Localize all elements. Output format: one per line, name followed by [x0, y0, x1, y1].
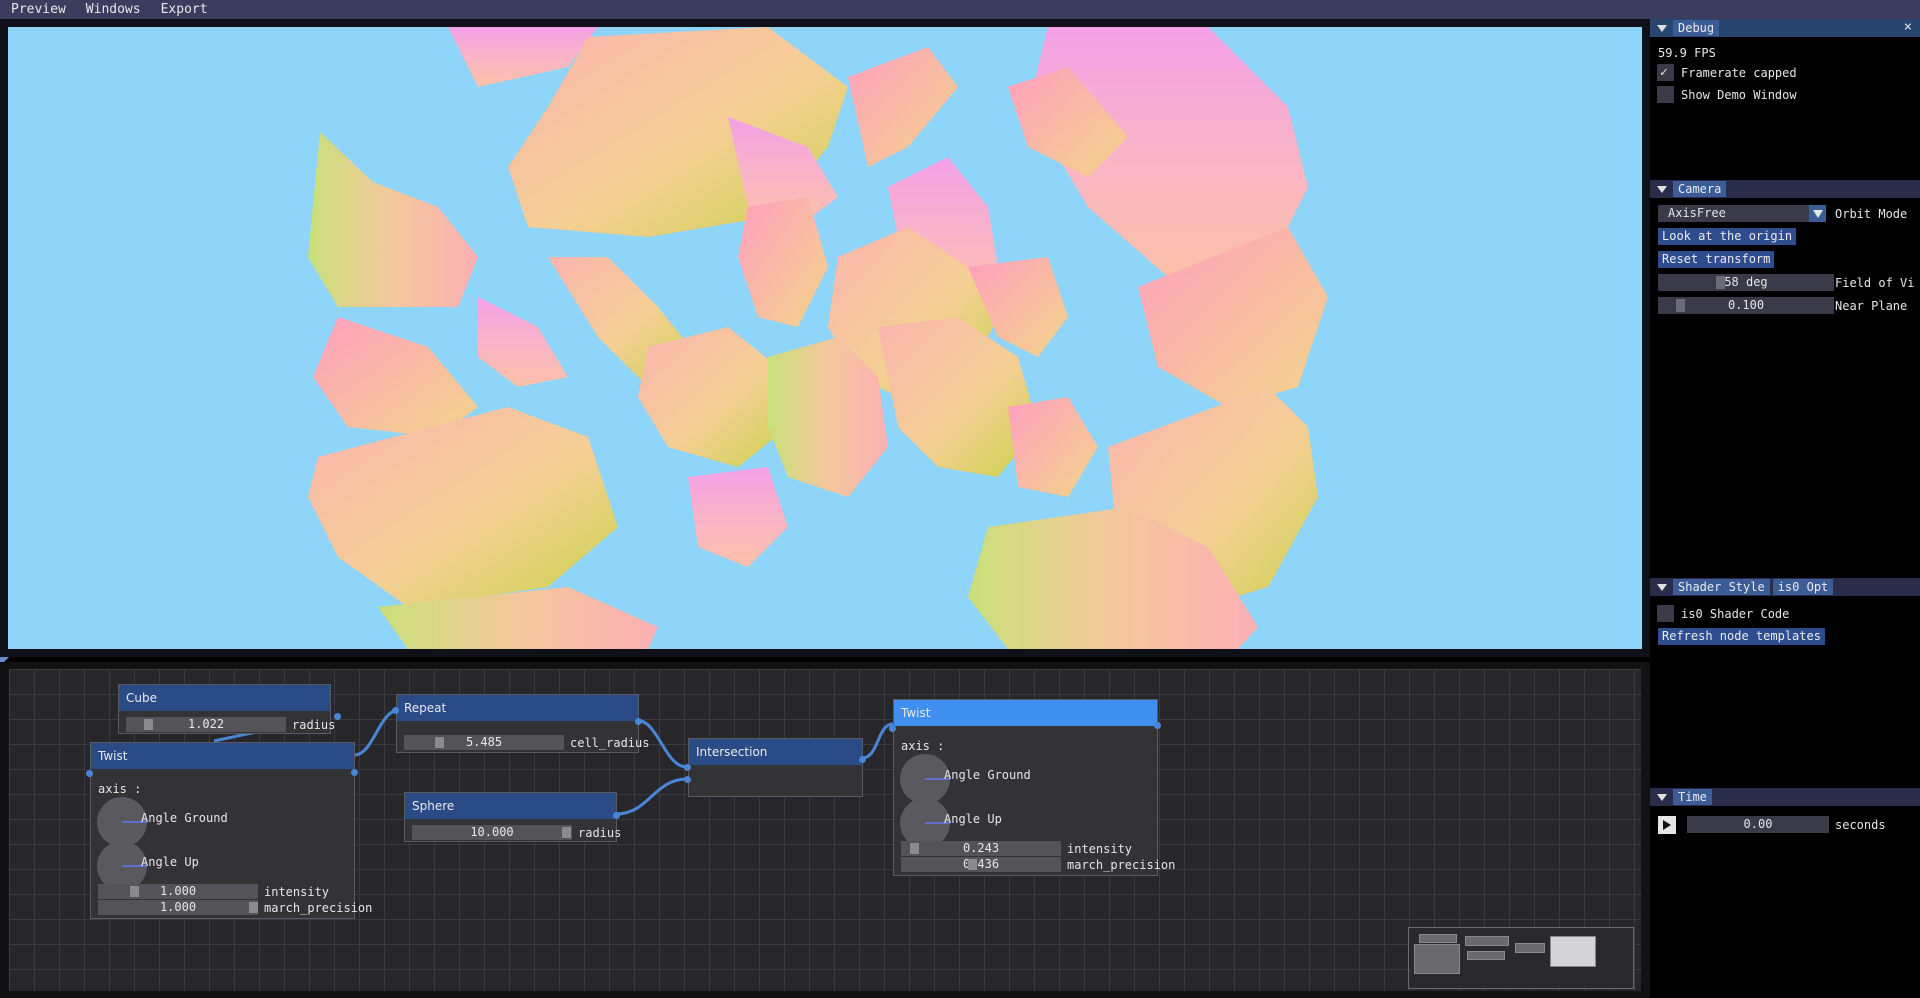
cube-radius-label: radius	[292, 717, 336, 732]
node-sphere[interactable]: Sphere 10.000 radius	[404, 792, 621, 842]
node-twist-right[interactable]: Twist axis : Angle Ground Angle Up 0.243…	[889, 699, 1175, 876]
show-demo-checkbox[interactable]	[1657, 86, 1674, 103]
node-sphere-header[interactable]: Sphere	[405, 793, 616, 819]
node-repeat[interactable]: Repeat 5.485 cell_radius	[392, 694, 649, 753]
camera-panel: Camera AxisFree Orbit Mode Look at the o…	[1650, 180, 1920, 577]
shader-style-panel: Shader Style is0 Opt is0 Shader Code Ref…	[1650, 578, 1920, 786]
camera-title: Camera	[1673, 181, 1727, 197]
node-twist-left-header[interactable]: Twist	[91, 743, 354, 769]
time-value: 0.00	[1743, 817, 1773, 831]
node-grid[interactable]: Cube 1.022 radius Twist axis : Angle Gro…	[9, 669, 1641, 991]
twist-right-intensity-label: intensity	[1067, 841, 1133, 856]
twist-right-intensity-slider[interactable]: 0.243	[901, 841, 1061, 856]
twist-left-angle-up-label: Angle Up	[141, 855, 199, 869]
fov-value: 58 deg	[1724, 275, 1768, 289]
sphere-radius-label: radius	[578, 825, 622, 840]
framerate-capped-checkbox[interactable]: ✓	[1657, 64, 1674, 81]
repeat-cell-radius-value: 5.485	[465, 735, 503, 749]
sphere-radius-value: 10.000	[470, 825, 514, 839]
twist-left-intensity-label: intensity	[264, 884, 330, 899]
close-icon[interactable]: ×	[1904, 19, 1912, 35]
twist-left-intensity-value: 1.000	[159, 884, 197, 898]
twist-right-march-label: march_precision	[1067, 857, 1176, 872]
is0-shader-code-checkbox[interactable]	[1657, 605, 1674, 622]
fov-slider[interactable]: 58 deg	[1658, 274, 1834, 291]
render-viewport[interactable]	[8, 27, 1642, 649]
twist-left-march-value: 1.000	[159, 900, 197, 914]
debug-panel: Debug × 59.9 FPS ✓ Framerate capped Show…	[1650, 19, 1920, 175]
time-slider[interactable]: 0.00	[1687, 816, 1829, 833]
preview-panel	[0, 19, 1650, 657]
node-cube-header[interactable]: Cube	[119, 685, 330, 711]
near-plane-slider[interactable]: 0.100	[1658, 297, 1834, 314]
twist-left-axis-label: axis :	[98, 782, 142, 796]
time-unit-label: seconds	[1835, 818, 1886, 832]
orbit-mode-combo[interactable]: AxisFree	[1658, 205, 1826, 222]
repeat-cell-radius-label: cell_radius	[570, 735, 650, 750]
cube-radius-value: 1.022	[187, 717, 225, 731]
camera-title-bar[interactable]: Camera	[1650, 180, 1920, 198]
show-demo-label: Show Demo Window	[1681, 88, 1797, 102]
is0-opt-tab[interactable]: is0 Opt	[1772, 579, 1834, 595]
fps-readout: 59.9 FPS	[1658, 46, 1716, 60]
orbit-mode-label: Orbit Mode	[1835, 207, 1908, 221]
node-twist-left[interactable]: Twist axis : Angle Ground Angle Up 1.000…	[86, 742, 372, 919]
shader-style-tab[interactable]: Shader Style	[1673, 579, 1770, 595]
twist-right-march-slider[interactable]: 0.436	[901, 857, 1061, 872]
debug-title-bar[interactable]: Debug ×	[1650, 19, 1920, 37]
twist-left-march-slider[interactable]: 1.000	[98, 900, 258, 915]
twist-right-angle-ground-label: Angle Ground	[944, 768, 1031, 782]
twist-left-angle-ground-label: Angle Ground	[141, 811, 228, 825]
menu-preview[interactable]: Preview	[0, 2, 75, 17]
node-intersection[interactable]: Intersection	[684, 738, 866, 797]
time-title-bar[interactable]: Time	[1650, 788, 1920, 806]
cube-radius-slider[interactable]: 1.022	[126, 717, 286, 732]
near-plane-label: Near Plane	[1835, 299, 1908, 313]
collapse-triangle-icon[interactable]	[1657, 793, 1667, 801]
fov-label: Field of Vi	[1835, 276, 1915, 290]
twist-left-march-label: march_precision	[264, 900, 373, 915]
node-cube[interactable]: Cube 1.022 radius	[118, 684, 341, 734]
twist-left-angle-ground-knob[interactable]	[97, 797, 147, 847]
checkmark-icon: ✓	[1660, 65, 1668, 80]
node-twist-right-header[interactable]: Twist	[894, 700, 1157, 726]
menu-windows[interactable]: Windows	[75, 2, 150, 17]
twist-left-intensity-slider[interactable]: 1.000	[98, 884, 258, 899]
repeat-cell-radius-slider[interactable]: 5.485	[404, 735, 564, 750]
twist-right-angle-up-label: Angle Up	[944, 812, 1002, 826]
is0-shader-code-label: is0 Shader Code	[1681, 607, 1790, 621]
framerate-capped-label: Framerate capped	[1681, 66, 1797, 80]
debug-title: Debug	[1673, 20, 1720, 36]
look-at-origin-button[interactable]: Look at the origin	[1658, 228, 1797, 245]
orbit-mode-value: AxisFree	[1668, 206, 1726, 220]
play-icon[interactable]	[1658, 816, 1676, 834]
collapse-triangle-icon[interactable]	[1657, 24, 1667, 32]
node-minimap[interactable]	[1408, 927, 1634, 989]
menu-export[interactable]: Export	[150, 2, 217, 17]
twist-right-axis-label: axis :	[901, 739, 945, 753]
time-title: Time	[1673, 789, 1712, 805]
node-repeat-header[interactable]: Repeat	[397, 695, 638, 721]
time-panel: Time 0.00 seconds	[1650, 788, 1920, 998]
twist-right-angle-ground-knob[interactable]	[900, 754, 950, 804]
rendered-scene	[308, 27, 1328, 649]
refresh-node-templates-button[interactable]: Refresh node templates	[1658, 628, 1825, 645]
shader-title-bar[interactable]: Shader Style is0 Opt	[1650, 578, 1920, 596]
collapse-triangle-icon[interactable]	[1657, 583, 1667, 591]
collapse-triangle-icon[interactable]	[1657, 185, 1667, 193]
reset-transform-button[interactable]: Reset transform	[1658, 251, 1775, 268]
twist-right-intensity-value: 0.243	[962, 841, 1000, 855]
node-intersection-header[interactable]: Intersection	[689, 739, 862, 765]
menu-bar: Preview Windows Export	[0, 0, 1920, 19]
dropdown-arrow-icon[interactable]	[1809, 205, 1826, 222]
sphere-radius-slider[interactable]: 10.000	[412, 825, 572, 840]
near-plane-value: 0.100	[1727, 298, 1765, 312]
node-editor: Cube 1.022 radius Twist axis : Angle Gro…	[0, 662, 1650, 998]
